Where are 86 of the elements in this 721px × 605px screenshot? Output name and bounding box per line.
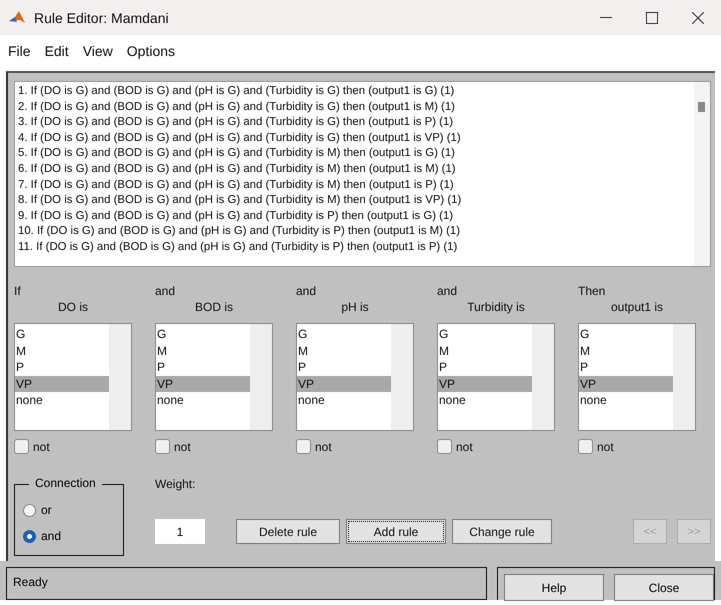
- radio-button[interactable]: [23, 504, 36, 516]
- connective-label: Then: [578, 283, 606, 299]
- rule-item[interactable]: 10. If (DO is G) and (BOD is G) and (pH is G) and (Turbidity is P) then (output1 is M) (1): [18, 224, 691, 240]
- not-checkbox[interactable]: [14, 439, 29, 454]
- footer-button[interactable]: Help: [504, 574, 604, 601]
- status-text: Ready: [6, 567, 487, 600]
- list-item[interactable]: M: [579, 342, 673, 359]
- connective-label: and: [155, 283, 176, 299]
- checkbox-label: not: [174, 440, 191, 454]
- membership-list[interactable]: G M P VP none: [14, 323, 132, 431]
- weight-field[interactable]: 1: [155, 519, 205, 544]
- menu-item[interactable]: View: [80, 43, 121, 59]
- rule-item[interactable]: 9. If (DO is G) and (BOD is G) and (pH is G) and (Turbidity is P) then (output1 is G) (1): [18, 208, 691, 224]
- variable-label: BOD is: [194, 299, 234, 315]
- not-checkbox[interactable]: [155, 439, 170, 454]
- rule-item[interactable]: 5. If (DO is G) and (BOD is G) and (pH is G) and (Turbidity is M) then (output1 is G) (1): [18, 146, 691, 162]
- connective-label: If: [14, 283, 22, 299]
- variable-label: output1 is: [610, 299, 664, 315]
- list-item[interactable]: P: [297, 359, 391, 376]
- group-title: Connection: [29, 476, 102, 490]
- list-item[interactable]: G: [438, 326, 532, 342]
- rule-item[interactable]: 3. If (DO is G) and (BOD is G) and (pH is G) and (Turbidity is G) then (output1 is P) (1): [18, 115, 691, 131]
- list-item[interactable]: VP: [579, 376, 673, 392]
- membership-list[interactable]: G M P VP none: [155, 323, 273, 431]
- scrollbar[interactable]: [532, 324, 554, 430]
- checkbox-label: not: [597, 440, 614, 454]
- list-item[interactable]: VP: [15, 376, 109, 392]
- rule-item[interactable]: 2. If (DO is G) and (BOD is G) and (pH is G) and (Turbidity is G) then (output1 is M) (1): [18, 100, 691, 116]
- rule-button[interactable]: Add rule: [346, 519, 446, 544]
- radio-button[interactable]: [23, 530, 36, 542]
- scrollbar[interactable]: [109, 324, 131, 430]
- membership-list[interactable]: G M P VP none: [296, 323, 414, 431]
- list-item[interactable]: M: [297, 342, 391, 359]
- variable-label: pH is: [340, 299, 370, 315]
- scrollbar[interactable]: [694, 82, 710, 266]
- list-item[interactable]: none: [438, 392, 532, 408]
- not-checkbox[interactable]: [296, 439, 311, 454]
- rule-item[interactable]: 11. If (DO is G) and (BOD is G) and (pH is G) and (Turbidity is P) then (output1 is P) (1): [18, 240, 691, 256]
- checkbox-label: not: [33, 440, 50, 454]
- radio-label: or: [41, 503, 52, 517]
- menu-item[interactable]: Edit: [42, 43, 77, 59]
- list-item[interactable]: none: [15, 392, 109, 408]
- list-item[interactable]: G: [297, 326, 391, 342]
- membership-list[interactable]: G M P VP none: [578, 323, 696, 431]
- list-item[interactable]: M: [156, 342, 250, 359]
- list-item[interactable]: M: [15, 342, 109, 359]
- scrollbar[interactable]: [250, 324, 272, 430]
- rule-list[interactable]: [14, 81, 711, 267]
- list-item[interactable]: VP: [297, 376, 391, 392]
- scrollbar[interactable]: [673, 324, 695, 430]
- not-checkbox[interactable]: [437, 439, 452, 454]
- checkbox-label: not: [456, 440, 473, 454]
- scrollbar[interactable]: [391, 324, 413, 430]
- radio-label: and: [41, 529, 62, 543]
- list-item[interactable]: VP: [156, 376, 250, 392]
- list-item[interactable]: P: [438, 359, 532, 376]
- list-item[interactable]: P: [156, 359, 250, 376]
- list-item[interactable]: none: [156, 392, 250, 408]
- list-item[interactable]: G: [579, 326, 673, 342]
- list-item[interactable]: none: [297, 392, 391, 408]
- list-item[interactable]: G: [156, 326, 250, 342]
- menu-item[interactable]: Options: [124, 43, 184, 59]
- window-title: Rule Editor: Mamdani: [34, 10, 170, 26]
- list-item[interactable]: P: [579, 359, 673, 376]
- connective-label: and: [437, 283, 458, 299]
- list-item[interactable]: none: [579, 392, 673, 408]
- rule-item[interactable]: 4. If (DO is G) and (BOD is G) and (pH is G) and (Turbidity is G) then (output1 is VP) (1): [18, 130, 691, 146]
- list-item[interactable]: VP: [438, 376, 532, 392]
- rule-button[interactable]: Change rule: [452, 519, 552, 544]
- checkbox-label: not: [315, 440, 332, 454]
- rule-item[interactable]: 7. If (DO is G) and (BOD is G) and (pH is G) and (Turbidity is M) then (output1 is P) (1): [18, 178, 691, 194]
- variable-label: Turbidity is: [466, 299, 526, 315]
- rule-item[interactable]: 8. If (DO is G) and (BOD is G) and (pH is G) and (Turbidity is M) then (output1 is VP) (1): [18, 193, 691, 209]
- menu-item[interactable]: File: [6, 43, 39, 59]
- rule-item[interactable]: 1. If (DO is G) and (BOD is G) and (pH is G) and (Turbidity is G) then (output1 is G) (1): [18, 84, 691, 100]
- footer-button[interactable]: Close: [614, 574, 714, 601]
- membership-list[interactable]: G M P VP none: [437, 323, 555, 431]
- connective-label: and: [296, 283, 318, 299]
- weight-label: Weight:: [155, 477, 196, 491]
- rule-item[interactable]: 6. If (DO is G) and (BOD is G) and (pH is G) and (Turbidity is M) then (output1 is M) (1): [18, 162, 691, 178]
- list-item[interactable]: M: [438, 342, 532, 359]
- list-item[interactable]: G: [15, 326, 109, 342]
- variable-label: DO is: [57, 299, 89, 315]
- not-checkbox[interactable]: [578, 439, 593, 454]
- rule-button[interactable]: Delete rule: [236, 519, 340, 544]
- list-item[interactable]: P: [15, 359, 109, 376]
